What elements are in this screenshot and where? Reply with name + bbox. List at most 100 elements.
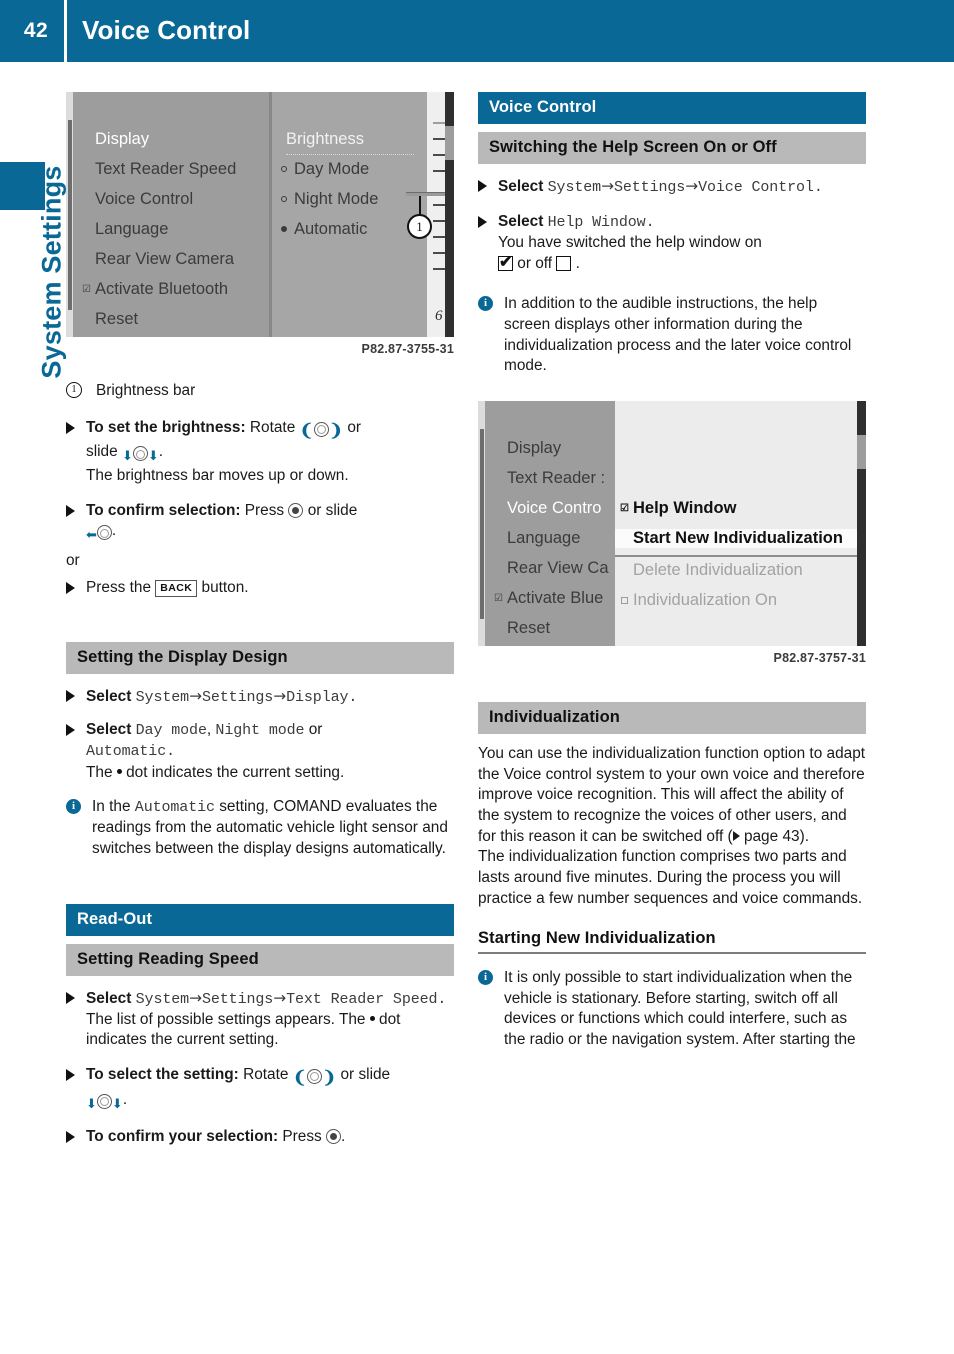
dot-indicator-icon xyxy=(116,768,122,774)
press-controller-icon xyxy=(288,502,304,518)
step-select-setting-rest-a: Rotate xyxy=(243,1065,289,1083)
heading-starting-new-individualization: Starting New Individualization xyxy=(478,929,866,955)
note-help-screen: i In addition to the audible instruction… xyxy=(478,294,866,377)
para-individualization-1-post: ). xyxy=(799,827,809,845)
popup-item-individualization-on: Individualization On xyxy=(621,591,778,610)
figure-comand-brightness: Display Text Reader Speed Voice Control … xyxy=(66,92,454,356)
triangle-bullet-icon xyxy=(66,724,75,737)
step-set-brightness-rest-a: Rotate xyxy=(249,418,296,436)
step-set-brightness-bold: To set the brightness: xyxy=(86,418,246,436)
step-set-brightness: To set the brightness: Rotate ❨ ❩ or slid… xyxy=(66,418,454,487)
menu-item-reset: Reset xyxy=(95,310,139,328)
note-help-text: In addition to the audible instructions,… xyxy=(504,295,852,375)
popup-item-individualization-on-label: Individualization On xyxy=(633,591,778,610)
step-select-voice-control-path: Select System→Settings→Voice Control. xyxy=(478,176,866,198)
slide-vertical-controller-icon: ⬇ ⬇ xyxy=(86,1093,123,1111)
triangle-bullet-icon xyxy=(66,991,75,1004)
step-confirm-line2: ⬅. xyxy=(86,521,454,545)
menu-item-language: Language xyxy=(95,220,169,238)
submenu-option-day-mode-label: Day Mode xyxy=(294,160,370,178)
arrow-right-icon: → xyxy=(189,988,202,1007)
menu-path-system: System xyxy=(547,179,602,196)
menu-item-language: Language xyxy=(507,529,581,548)
right-column: Voice Control Switching the Help Screen … xyxy=(478,92,866,1051)
result-prefix: The xyxy=(86,763,113,781)
heading-setting-reading-speed: Setting Reading Speed xyxy=(66,943,454,976)
legend-number-icon: 1 xyxy=(66,382,82,398)
radio-icon xyxy=(281,196,287,202)
heading-setting-display-design: Setting the Display Design xyxy=(66,642,454,675)
step-select-setting-rest-b: or slide xyxy=(340,1065,391,1083)
step-set-brightness-result: The brightness bar moves up or down. xyxy=(86,467,349,485)
step-back-post: button. xyxy=(201,578,249,596)
arrow-right-icon: → xyxy=(273,687,287,706)
menu-path-settings: Settings xyxy=(201,990,274,1008)
heading-read-out: Read-Out xyxy=(66,903,454,936)
side-tab-label: System Settings xyxy=(36,165,67,379)
step-help-result-line2: or off . xyxy=(498,252,866,275)
heading-voice-control: Voice Control xyxy=(478,92,866,124)
menu-item-rear-view-camera: Rear View Ca xyxy=(507,559,609,578)
para-individualization-1: You can use the individualization functi… xyxy=(478,744,866,847)
menu-path-voice-control: Voice Control xyxy=(698,179,814,196)
period: . xyxy=(645,214,655,232)
triangle-bullet-icon xyxy=(66,421,75,434)
menu-path-system: System xyxy=(135,689,190,707)
submenu-option-automatic-label: Automatic xyxy=(294,220,368,238)
note-starting-individualization: i It is only possible to start individua… xyxy=(478,968,866,1051)
legend-text: Brightness bar xyxy=(96,382,196,399)
arrow-right-icon: → xyxy=(685,177,699,195)
arrow-right-icon: → xyxy=(273,988,287,1007)
info-icon: i xyxy=(66,799,81,815)
period: . xyxy=(111,522,117,540)
screen-bezel-left xyxy=(478,401,485,647)
page-header: 42 Voice Control xyxy=(0,0,954,62)
period: . xyxy=(166,743,176,761)
step-select-mode-line2: Automatic. xyxy=(86,741,454,762)
option-day-mode: Day mode xyxy=(135,722,207,740)
callout-marker-1: 1 xyxy=(407,214,432,239)
note-automatic-mono: Automatic xyxy=(134,799,215,817)
menu-path-display: Display xyxy=(286,689,349,707)
screen-bezel-right xyxy=(445,92,454,337)
triangle-bullet-icon xyxy=(478,180,487,192)
radio-icon xyxy=(281,166,287,172)
step-text-reader-result: The list of possible settings appears. T… xyxy=(86,1010,454,1051)
period: . xyxy=(813,179,823,196)
result-prefix: The list of possible settings appears. T… xyxy=(86,1010,366,1028)
step-set-brightness-line2: slide ⬇ ⬇. xyxy=(86,442,454,466)
left-column: Display Text Reader Speed Voice Control … xyxy=(66,92,454,1148)
triangle-bullet-icon xyxy=(478,216,487,229)
menu-item-activate-bluetooth-label: Activate Bluetooth xyxy=(95,280,228,298)
step-select-mode: Select Day mode, Night mode or Automatic… xyxy=(66,720,454,783)
page-reference: page 43 xyxy=(743,827,800,845)
page-title: Voice Control xyxy=(82,15,251,45)
period: . xyxy=(341,1128,346,1146)
figure-caption-2: P82.87-3757-31 xyxy=(773,651,866,666)
step-select-setting-bold: To select the setting: xyxy=(86,1065,239,1083)
triangle-bullet-icon xyxy=(66,1068,75,1081)
popup-item-delete-individualization: Delete Individualization xyxy=(633,561,803,580)
step-set-brightness-rest-b: or xyxy=(347,418,362,436)
submenu-dash-divider xyxy=(286,154,414,155)
menu-item-text-reader-speed: Text Reader : xyxy=(507,469,606,488)
menu-item-voice-control: Voice Contro xyxy=(507,499,602,518)
step-select-the-setting: To select the setting: Rotate ❨ ❩ or slid… xyxy=(66,1065,454,1113)
figure-comand-individualization: Display Text Reader : Voice Contro Langu… xyxy=(478,401,866,665)
or-connector: or xyxy=(66,551,80,569)
checkbox-checked-icon xyxy=(498,252,513,273)
popup-separator xyxy=(615,555,857,558)
menu-item-activate-bluetooth: ☑ Activate Blue xyxy=(494,589,603,608)
menu-item-display: Display xyxy=(507,439,562,458)
select-label: Select xyxy=(498,213,544,231)
select-label: Select xyxy=(498,178,544,195)
step-confirm-rest-a: Press xyxy=(244,501,285,519)
checkbox-icon: ☑ xyxy=(620,503,629,515)
step-select-display-path: Select System→Settings→Display. xyxy=(66,686,454,708)
step-select-mode-result: The dot indicates the current setting. xyxy=(86,763,454,784)
voice-control-popup-menu: ☑ Help Window Start New Individualization… xyxy=(615,401,857,647)
step-select-text-reader-speed: Select System→Settings→Text Reader Speed… xyxy=(66,988,454,1051)
submenu-option-day-mode: Day Mode xyxy=(281,160,370,179)
option-night-mode: Night mode xyxy=(215,722,305,740)
period: . xyxy=(575,254,580,272)
